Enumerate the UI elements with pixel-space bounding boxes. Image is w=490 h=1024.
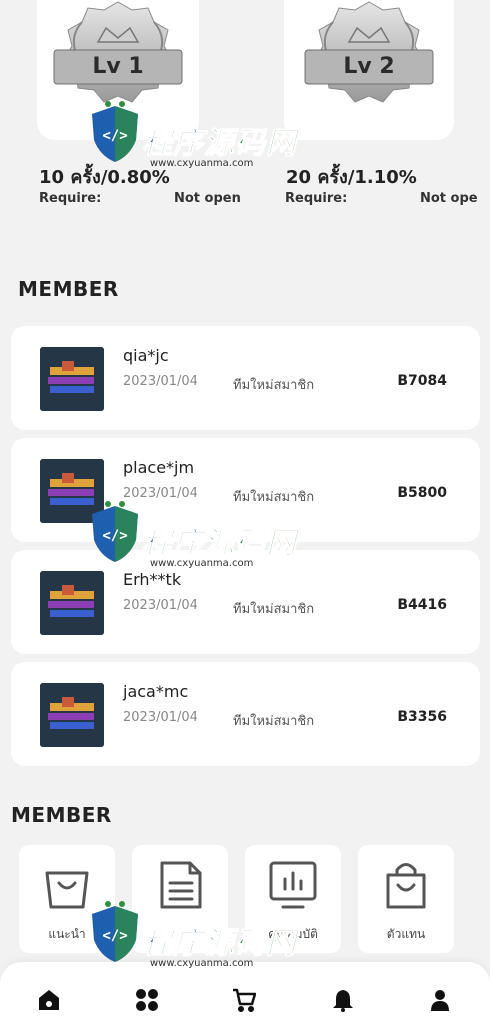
- member-name: Erh**tk: [123, 570, 182, 589]
- user-icon[interactable]: [428, 988, 452, 1012]
- functions-section-title: MEMBER: [11, 803, 112, 827]
- tile-label: แนะนำ: [48, 927, 86, 941]
- member-date: 2023/01/04: [123, 598, 198, 613]
- tile-label: คุณสมบัติ: [268, 927, 318, 941]
- member-row[interactable]: qia*jc 2023/01/04 ทีมใหม่สมาชิก B7084: [11, 326, 480, 430]
- level-2-rate: 20 ครั้ง/1.10%: [286, 167, 417, 188]
- member-code: B4416: [397, 597, 447, 613]
- level-2-badge-label: Lv 2: [343, 54, 395, 79]
- bag-icon: [378, 857, 434, 913]
- shopping-bag-icon: [39, 857, 95, 913]
- level-2-status: Not ope: [420, 191, 478, 206]
- tile-properties[interactable]: คุณสมบัติ: [245, 845, 341, 953]
- avatar: [40, 683, 104, 747]
- member-name: place*jm: [123, 458, 195, 477]
- member-date: 2023/01/04: [123, 486, 198, 501]
- document-icon: [152, 857, 208, 913]
- avatar: [40, 347, 104, 411]
- member-status: ทีมใหม่สมาชิก: [233, 714, 315, 729]
- level-card-2[interactable]: Lv 2: [284, 0, 454, 140]
- avatar: [40, 571, 104, 635]
- home-icon[interactable]: [37, 988, 61, 1012]
- member-name: jaca*mc: [123, 682, 189, 701]
- member-date: 2023/01/04: [123, 710, 198, 725]
- level-1-badge-label: Lv 1: [92, 54, 144, 79]
- member-name: qia*jc: [123, 346, 169, 365]
- member-date: 2023/01/04: [123, 374, 198, 389]
- member-status: ทีมใหม่สมาชิก: [233, 602, 315, 617]
- member-code: B3356: [397, 709, 447, 725]
- chart-icon: [265, 857, 321, 913]
- level-1-status: Not open: [174, 191, 241, 206]
- level-2-require-label: Require:: [285, 191, 348, 206]
- member-row[interactable]: jaca*mc 2023/01/04 ทีมใหม่สมาชิก B3356: [11, 662, 480, 766]
- tile-recommend[interactable]: แนะนำ: [19, 845, 115, 953]
- level-1-badge-icon: Lv 1: [48, 0, 188, 108]
- bottom-nav: [0, 962, 490, 1024]
- member-row[interactable]: Erh**tk 2023/01/04 ทีมใหม่สมาชิก B4416: [11, 550, 480, 654]
- level-card-1[interactable]: Lv 1: [37, 0, 199, 140]
- member-code: B5800: [397, 485, 447, 501]
- member-status: ทีมใหม่สมาชิก: [233, 378, 315, 393]
- grid-icon[interactable]: [135, 988, 159, 1012]
- avatar: [40, 459, 104, 523]
- member-row[interactable]: place*jm 2023/01/04 ทีมใหม่สมาชิก B5800: [11, 438, 480, 542]
- member-code: B7084: [397, 373, 447, 389]
- tile-agent[interactable]: ตัวแทน: [358, 845, 454, 953]
- tile-label: ตัวแทน: [386, 927, 426, 941]
- level-1-rate: 10 ครั้ง/0.80%: [39, 167, 170, 188]
- level-2-badge-icon: Lv 2: [299, 0, 439, 108]
- bell-icon[interactable]: [331, 988, 355, 1012]
- members-section-title: MEMBER: [18, 277, 119, 301]
- cart-icon[interactable]: [232, 988, 256, 1012]
- level-1-require-label: Require:: [39, 191, 102, 206]
- tile-document[interactable]: [132, 845, 228, 953]
- member-status: ทีมใหม่สมาชิก: [233, 490, 315, 505]
